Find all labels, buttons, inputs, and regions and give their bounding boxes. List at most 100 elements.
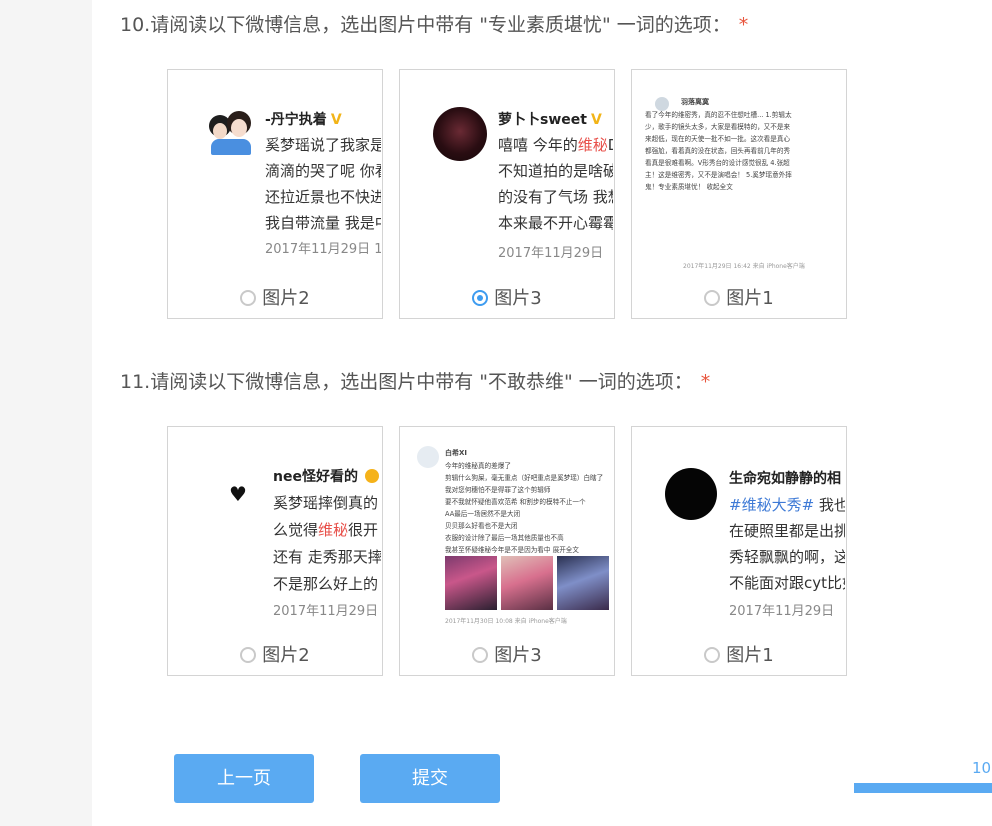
radio-icon[interactable] bbox=[240, 647, 257, 663]
weibo-text-line: 滴滴的哭了呢 你看 bbox=[265, 162, 381, 180]
weibo-text-line: 来超低，现在的天使一批不如一批。这次看是真心 bbox=[645, 135, 791, 143]
weibo-username: 羽落离寞 bbox=[681, 98, 709, 106]
weibo-text: 么觉得 bbox=[273, 521, 319, 539]
weibo-username: 生命宛如静静的相 bbox=[729, 471, 841, 487]
weibo-screenshot: ♥ nee怪好看的 奚梦瑶摔倒真的 么觉得维秘很开 还有 走秀那天摔 不是那么好… bbox=[169, 428, 381, 640]
runway-photo bbox=[557, 556, 609, 610]
avatar bbox=[417, 446, 439, 468]
runway-photo bbox=[501, 556, 553, 610]
weibo-screenshot: -丹宁执着 V 奚梦瑶说了我家是 滴滴的哭了呢 你看 还拉近景也不快进 我自带流量… bbox=[169, 71, 381, 283]
highlight-keyword: 维秘 bbox=[577, 136, 608, 154]
weibo-text-line: 本来最不开心霉霉 bbox=[498, 214, 613, 232]
option-text: 图片3 bbox=[494, 288, 542, 309]
option-text: 图片2 bbox=[262, 645, 310, 666]
runway-photo bbox=[445, 556, 497, 610]
weibo-text: 我也是 bbox=[818, 496, 845, 514]
verified-badge-icon: V bbox=[590, 112, 602, 128]
q11-option-image2[interactable]: ♥ nee怪好看的 奚梦瑶摔倒真的 么觉得维秘很开 还有 走秀那天摔 不是那么好… bbox=[167, 426, 383, 676]
option-label[interactable]: 图片3 bbox=[400, 641, 614, 667]
weibo-text-line: 少，歌手的镜头太多，大家是看模特的，又不是来 bbox=[645, 123, 791, 131]
weibo-text: 很开 bbox=[348, 521, 379, 539]
weibo-text-line: 剪辑什么狗屎，毫无重点（好吧重点是奚梦瑶）白瞎了 bbox=[445, 474, 604, 482]
option-text: 图片1 bbox=[726, 288, 774, 309]
weibo-text-line: 看真是很难看啊。V形秀台的设计感觉很乱 4.张超 bbox=[645, 159, 790, 167]
weibo-date: 2017年11月29日 bbox=[273, 604, 379, 619]
question-10-title: 10.请阅读以下微博信息，选出图片中带有 "专业素质堪忧" 一词的选项： * bbox=[120, 10, 748, 37]
radio-selected-icon[interactable] bbox=[472, 290, 489, 306]
weibo-text-line: 今年的维秘真的差爆了 bbox=[445, 462, 511, 470]
radio-icon[interactable] bbox=[472, 647, 489, 663]
progress-label: 10 bbox=[972, 759, 992, 777]
weibo-text-line: AA最后一场居然不是大闭 bbox=[445, 510, 521, 518]
weibo-text-line: 贝贝那么好看也不是大闭 bbox=[445, 522, 518, 530]
weibo-text: 嘻嘻 今年的 bbox=[498, 136, 578, 154]
option-label[interactable]: 图片3 bbox=[400, 284, 614, 310]
weibo-date: 2017年11月29日 1 bbox=[265, 242, 381, 257]
weibo-text-line: 衣服的设计除了最后一场其他质量也不高 bbox=[445, 534, 564, 542]
verified-badge-icon: V bbox=[330, 112, 342, 128]
weibo-text-line: 的没有了气场 我想 bbox=[498, 188, 613, 206]
weibo-text-line: 要不我就怀疑他喜欢范希 和割步的模特不止一个 bbox=[445, 498, 586, 506]
weibo-text-line: 还拉近景也不快进 bbox=[265, 188, 381, 206]
progress-bar bbox=[854, 783, 992, 793]
highlight-keyword: 维秘 bbox=[318, 521, 349, 539]
emoji-icon bbox=[364, 469, 379, 483]
weibo-screenshot: 白希XI 今年的维秘真的差爆了 剪辑什么狗屎，毫无重点（好吧重点是奚梦瑶）白瞎了… bbox=[401, 428, 613, 640]
weibo-date: 2017年11月29日 bbox=[498, 246, 604, 261]
weibo-screenshot: 生命宛如静静的相 #维秘大秀# 我也是 在硬照里都是出挑 秀轻飘飘的啊，这 不能… bbox=[633, 428, 845, 640]
q11-option-image3[interactable]: 白希XI 今年的维秘真的差爆了 剪辑什么狗屎，毫无重点（好吧重点是奚梦瑶）白瞎了… bbox=[399, 426, 615, 676]
weibo-date: 2017年11月29日 16:42 来自 iPhone客户端 bbox=[683, 263, 805, 270]
weibo-text-line: 奚梦瑶说了我家是 bbox=[265, 136, 381, 154]
weibo-screenshot: 萝卜卜sweetV 嘻嘻 今年的维秘D 不知道拍的是啥破 的没有了气场 我想 本… bbox=[401, 71, 613, 283]
survey-page: 10.请阅读以下微博信息，选出图片中带有 "专业素质堪忧" 一词的选项： * -丹… bbox=[92, 0, 992, 826]
option-label[interactable]: 图片2 bbox=[168, 641, 382, 667]
weibo-text-line: 还有 走秀那天摔 bbox=[273, 548, 381, 566]
submit-button[interactable]: 提交 bbox=[360, 754, 500, 803]
weibo-text-line: 我自带流量 我是中 bbox=[265, 214, 381, 232]
option-label[interactable]: 图片1 bbox=[632, 641, 846, 667]
required-mark: * bbox=[700, 371, 711, 393]
hashtag-link[interactable]: #维秘大秀# bbox=[729, 496, 814, 514]
question-text: 11.请阅读以下微博信息，选出图片中带有 "不敢恭维" 一词的选项： bbox=[120, 371, 693, 393]
q10-option-image3[interactable]: 萝卜卜sweetV 嘻嘻 今年的维秘D 不知道拍的是啥破 的没有了气场 我想 本… bbox=[399, 69, 615, 319]
weibo-text-line: 不能面对跟cyt比如 bbox=[729, 574, 845, 592]
weibo-username: 白希XI bbox=[445, 449, 468, 457]
option-label[interactable]: 图片2 bbox=[168, 284, 382, 310]
weibo-text-line: 秀轻飘飘的啊，这 bbox=[729, 548, 845, 566]
option-text: 图片3 bbox=[494, 645, 542, 666]
radio-icon[interactable] bbox=[704, 290, 721, 306]
weibo-text-line: 我对您何穗怕不是得罪了这个剪辑师 bbox=[445, 486, 551, 494]
radio-icon[interactable] bbox=[240, 290, 257, 306]
avatar bbox=[665, 468, 717, 520]
question-text: 10.请阅读以下微博信息，选出图片中带有 "专业素质堪忧" 一词的选项： bbox=[120, 14, 731, 36]
weibo-text-line: 奚梦瑶摔倒真的 bbox=[273, 494, 379, 512]
option-label[interactable]: 图片1 bbox=[632, 284, 846, 310]
prev-page-button[interactable]: 上一页 bbox=[174, 754, 314, 803]
weibo-text-line: 在硬照里都是出挑 bbox=[729, 522, 845, 540]
weibo-date: 2017年11月30日 10:08 来自 iPhone客户端 bbox=[445, 618, 567, 625]
weibo-screenshot: 羽落离寞 看了今年的维密秀，真的忍不住想吐槽... 1.剪辑太 少，歌手的镜头太… bbox=[633, 71, 845, 283]
weibo-text-line: 不是那么好上的 bbox=[273, 575, 379, 593]
weibo-text-line: 主！这是维密秀，又不是演唱会！ 5.奚梦瑶意外摔 bbox=[645, 171, 792, 179]
q11-option-image1[interactable]: 生命宛如静静的相 #维秘大秀# 我也是 在硬照里都是出挑 秀轻飘飘的啊，这 不能… bbox=[631, 426, 847, 676]
heart-avatar-icon: ♥ bbox=[229, 482, 247, 506]
weibo-text-line: 都强尬，看着真的没在状态，回头再看前几年的秀 bbox=[645, 147, 791, 155]
q10-option-image1[interactable]: 羽落离寞 看了今年的维密秀，真的忍不住想吐槽... 1.剪辑太 少，歌手的镜头太… bbox=[631, 69, 847, 319]
avatar bbox=[209, 111, 253, 157]
weibo-text: D bbox=[608, 136, 613, 154]
weibo-text-line: 看了今年的维密秀，真的忍不住想吐槽... 1.剪辑太 bbox=[645, 111, 792, 119]
radio-icon[interactable] bbox=[704, 647, 721, 663]
option-text: 图片2 bbox=[262, 288, 310, 309]
question-11-title: 11.请阅读以下微博信息，选出图片中带有 "不敢恭维" 一词的选项： * bbox=[120, 367, 710, 394]
weibo-username: nee怪好看的 bbox=[273, 469, 358, 485]
weibo-text-line: 我甚至怀疑维秘今年是不是因为看中 展开全文 bbox=[445, 546, 579, 554]
q10-option-image2[interactable]: -丹宁执着 V 奚梦瑶说了我家是 滴滴的哭了呢 你看 还拉近景也不快进 我自带流量… bbox=[167, 69, 383, 319]
required-mark: * bbox=[738, 14, 749, 36]
weibo-text-line: 不知道拍的是啥破 bbox=[498, 162, 613, 180]
weibo-date: 2017年11月29日 bbox=[729, 604, 835, 619]
avatar bbox=[433, 107, 487, 161]
weibo-username: -丹宁执着 bbox=[265, 112, 327, 128]
weibo-text-line: 鬼！专业素质堪忧！ 收起全文 bbox=[645, 183, 733, 191]
weibo-username: 萝卜卜sweet bbox=[498, 112, 587, 128]
option-text: 图片1 bbox=[726, 645, 774, 666]
